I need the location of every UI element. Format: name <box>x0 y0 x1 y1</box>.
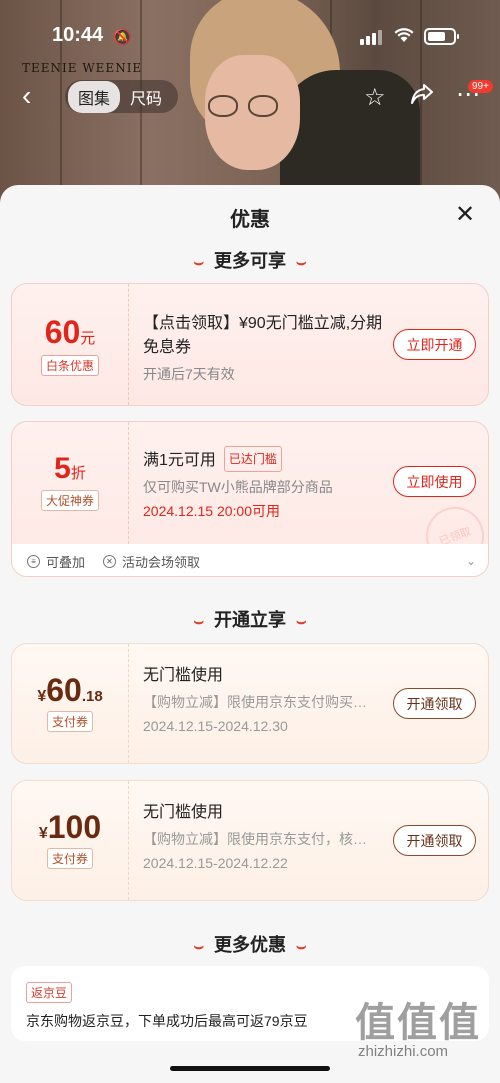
section-header-more: ⌣ 更多可享 ⌣ <box>193 251 307 271</box>
swoosh-icon: ⌣ <box>296 938 307 955</box>
coupon-dates: 2024.12.15-2024.12.30 <box>143 718 288 734</box>
coupon-card[interactable]: 5折 大促神券 满1元可用 已达门槛 仅可购买TW小熊品牌部分商品 2024.12… <box>11 421 489 577</box>
coupon-start-time: 2024.12.15 20:00可用 <box>143 503 280 519</box>
swoosh-icon: ⌣ <box>296 254 307 271</box>
tab-gallery[interactable]: 图集 <box>68 80 121 113</box>
open-claim-button[interactable]: 开通领取 <box>393 688 476 719</box>
close-icon[interactable]: ✕ <box>455 203 475 227</box>
coupon-currency: ¥ <box>38 825 48 842</box>
coupon-desc: 【购物立减】限使用京东支付，核… <box>143 831 367 847</box>
share-icon[interactable] <box>410 83 434 112</box>
coupon-tag: 支付券 <box>46 848 93 869</box>
coupon-amount-area: ¥100 支付券 <box>12 781 129 900</box>
rebate-text: 京东购物返京豆，下单成功后最高可返79京豆 <box>26 1013 308 1029</box>
coupon-tag: 白条优惠 <box>40 355 99 376</box>
battery-icon <box>424 28 459 45</box>
status-time: 10:44 <box>52 24 104 46</box>
section-header-other: ⌣ 更多优惠 ⌣ <box>193 935 307 955</box>
home-indicator <box>170 1066 330 1071</box>
section-header-open: ⌣ 开通立享 ⌣ <box>193 610 307 630</box>
coupon-currency: ¥ <box>37 688 47 705</box>
coupon-amount-area: ¥60.18 支付券 <box>12 644 129 763</box>
activate-button[interactable]: 立即开通 <box>393 329 476 360</box>
mute-bell-icon: 🔕 <box>113 29 132 46</box>
cart-count-badge: 99+ <box>468 80 493 93</box>
coupon-amount: 60 <box>46 672 82 708</box>
tab-size[interactable]: 尺码 <box>120 81 172 113</box>
status-bar: 10:44 🔕 <box>0 0 500 70</box>
coupon-tag: 大促神券 <box>40 490 99 511</box>
coupon-amount-area: 60元 白条优惠 <box>12 284 129 405</box>
coupon-desc: 【购物立减】限使用京东支付购买… <box>143 694 367 710</box>
swoosh-icon: ⌣ <box>296 613 307 630</box>
chevron-down-icon[interactable]: ⌄ <box>466 554 476 568</box>
coupon-title: 无门槛使用 <box>143 804 224 821</box>
site-watermark: 值值值 zhizhizhi.com <box>350 990 500 1083</box>
swoosh-icon: ⌣ <box>193 938 204 955</box>
stack-icon: ≡ <box>27 554 40 568</box>
coupon-amount-area: 5折 大促神券 <box>12 422 129 544</box>
coupon-validity: 开通后7天有效 <box>143 366 235 382</box>
watermark-text: zhizhizhi.com <box>358 1043 449 1060</box>
watermark-logo: 值值值 <box>355 1001 481 1045</box>
sheet-title: 优惠 <box>230 209 270 231</box>
venue-label: 活动会场领取 <box>122 554 201 570</box>
coupon-unit: 折 <box>70 465 86 482</box>
coupon-amount: 60 <box>44 314 81 350</box>
coupon-title: 满1元可用 <box>143 452 216 469</box>
swoosh-icon: ⌣ <box>193 613 204 630</box>
threshold-reached-badge: 已达门槛 <box>223 446 282 472</box>
wifi-icon <box>393 25 415 49</box>
coupon-card[interactable]: ¥60.18 支付券 无门槛使用 【购物立减】限使用京东支付购买… 2024.1… <box>11 643 489 764</box>
coupon-amount: 5 <box>54 452 71 485</box>
swoosh-icon: ⌣ <box>193 254 204 271</box>
stackable-label: 可叠加 <box>46 554 86 570</box>
favorite-star-icon[interactable]: ☆ <box>364 83 386 112</box>
coupon-unit: 元 <box>80 330 96 347</box>
coupon-card[interactable]: ¥100 支付券 无门槛使用 【购物立减】限使用京东支付，核… 2024.12.… <box>11 780 489 901</box>
back-icon[interactable]: ‹ <box>22 82 31 110</box>
coupon-amount: 100 <box>47 809 102 845</box>
open-claim-button[interactable]: 开通领取 <box>393 825 476 856</box>
coupon-title: 无门槛使用 <box>143 667 224 684</box>
coupon-sheet: 优惠 ✕ ⌣ 更多可享 ⌣ 60元 白条优惠 【点击领取】¥90无门槛立减,分期免息… <box>0 185 500 1083</box>
venue-icon: ✕ <box>103 554 117 568</box>
coupon-dates: 2024.12.15-2024.12.22 <box>143 855 288 871</box>
coupon-decimal: .18 <box>81 688 103 705</box>
coupon-card[interactable]: 60元 白条优惠 【点击领取】¥90无门槛立减,分期免息券 开通后7天有效 立即… <box>11 283 489 406</box>
coupon-scope: 仅可购买TW小熊品牌部分商品 <box>143 479 333 495</box>
coupon-footer[interactable]: ≡ 可叠加 ✕ 活动会场领取 ⌄ <box>12 544 488 576</box>
coupon-tag: 支付券 <box>46 711 93 732</box>
rebate-tag: 返京豆 <box>26 982 73 1003</box>
use-now-button[interactable]: 立即使用 <box>393 466 476 497</box>
coupon-title: 【点击领取】¥90无门槛立减,分期免息券 <box>143 315 383 356</box>
cellular-signal-icon <box>360 30 382 45</box>
gallery-size-switch: 图集 尺码 <box>65 80 178 113</box>
